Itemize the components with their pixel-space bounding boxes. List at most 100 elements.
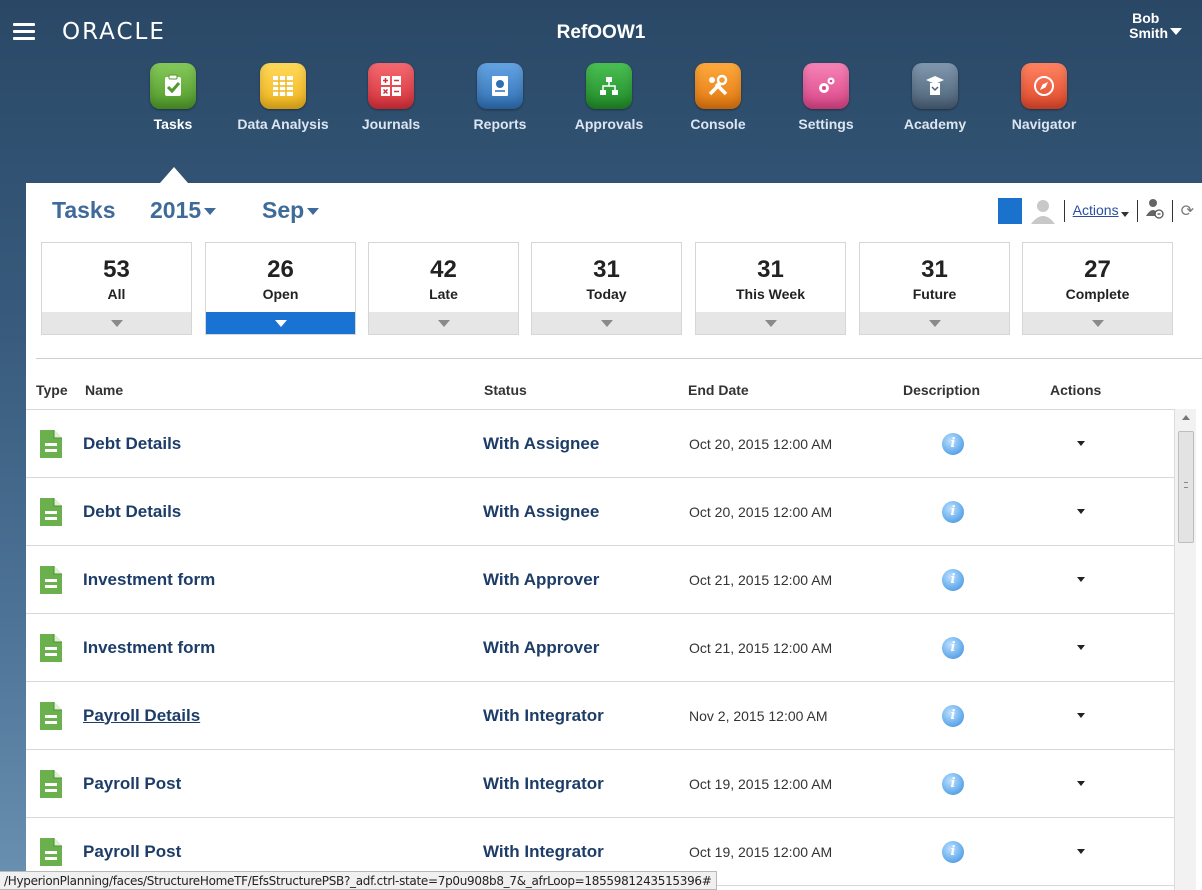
form-task-icon	[38, 682, 64, 749]
calculator-icon	[368, 63, 414, 109]
task-name[interactable]: Investment form	[83, 546, 215, 613]
tile-today[interactable]: 31 Today	[531, 242, 682, 335]
tile-count: 53	[103, 256, 130, 283]
col-type[interactable]: Type	[36, 382, 68, 398]
info-icon[interactable]: i	[940, 410, 966, 477]
info-icon[interactable]: i	[940, 818, 966, 885]
col-description[interactable]: Description	[903, 382, 980, 398]
user-gray-icon[interactable]	[1030, 198, 1056, 224]
scrollbar-thumb[interactable]	[1178, 431, 1194, 543]
clipboard-check-icon	[150, 63, 196, 109]
table-row[interactable]: Payroll Post With Integrator Oct 19, 201…	[26, 750, 1174, 818]
nav-approvals[interactable]: Approvals	[554, 63, 664, 132]
nav-label-console: Console	[690, 116, 746, 132]
row-actions-dropdown[interactable]	[1074, 682, 1088, 749]
actions-link[interactable]: Actions	[1073, 202, 1119, 218]
tile-expand[interactable]	[1023, 312, 1172, 334]
list-view-icon[interactable]	[997, 198, 1022, 224]
row-actions-dropdown[interactable]	[1074, 478, 1088, 545]
academy-icon	[912, 63, 958, 109]
task-name[interactable]: Payroll Details	[83, 682, 200, 749]
tile-expand[interactable]	[42, 312, 191, 334]
table-row[interactable]: Debt Details With Assignee Oct 20, 2015 …	[26, 410, 1174, 478]
org-chart-icon	[586, 63, 632, 109]
chevron-down-icon	[274, 319, 287, 327]
page-title: Tasks	[52, 197, 116, 223]
nav-console[interactable]: Console	[663, 63, 773, 132]
col-actions[interactable]: Actions	[1050, 382, 1101, 398]
nav-label-journals: Journals	[361, 116, 421, 132]
nav-data-analysis[interactable]: Data Analysis	[228, 63, 338, 132]
nav-settings[interactable]: Settings	[771, 63, 881, 132]
tile-label: All	[107, 286, 126, 302]
row-actions-dropdown[interactable]	[1074, 614, 1088, 681]
table-row[interactable]: Payroll Details With Integrator Nov 2, 2…	[26, 682, 1174, 750]
refresh-icon[interactable]: ⟳	[1181, 201, 1194, 221]
nav-label-data-analysis: Data Analysis	[237, 116, 329, 132]
tile-open[interactable]: 26 Open	[205, 242, 356, 335]
col-status[interactable]: Status	[484, 382, 527, 398]
year-value: 2015	[150, 197, 202, 223]
tile-count: 42	[430, 256, 457, 283]
tile-expand[interactable]	[532, 312, 681, 334]
col-end-date[interactable]: End Date	[688, 382, 749, 398]
info-icon[interactable]: i	[940, 478, 966, 545]
user-menu[interactable]: Bob Smith	[1129, 11, 1168, 41]
nav-tasks[interactable]: Tasks	[118, 63, 228, 132]
chevron-down-icon	[1077, 849, 1085, 854]
task-name[interactable]: Debt Details	[83, 410, 181, 477]
table-row[interactable]: Debt Details With Assignee Oct 20, 2015 …	[26, 478, 1174, 546]
tile-expand[interactable]	[696, 312, 845, 334]
task-end-date: Oct 20, 2015 12:00 AM	[689, 435, 833, 452]
task-status: With Assignee	[483, 501, 600, 521]
month-selector[interactable]: Sep	[262, 197, 320, 224]
task-end-date: Oct 20, 2015 12:00 AM	[689, 503, 833, 520]
toolbar-separator	[1171, 200, 1173, 222]
nav-label-approvals: Approvals	[574, 116, 644, 132]
chevron-down-icon	[764, 319, 777, 327]
actions-menu[interactable]: Actions	[1073, 202, 1129, 220]
year-selector[interactable]: 2015	[150, 197, 217, 224]
chevron-down-icon	[110, 319, 123, 327]
active-nav-pointer	[160, 167, 188, 183]
nav-reports[interactable]: Reports	[445, 63, 555, 132]
row-actions-dropdown[interactable]	[1074, 818, 1088, 885]
tile-all[interactable]: 53 All	[41, 242, 192, 335]
col-name[interactable]: Name	[85, 382, 123, 398]
task-name[interactable]: Payroll Post	[83, 750, 181, 817]
nav-label-navigator: Navigator	[1011, 116, 1077, 132]
table-row[interactable]: Investment form With Approver Oct 21, 20…	[26, 546, 1174, 614]
tile-this-week[interactable]: 31 This Week	[695, 242, 846, 335]
grip-icon	[1184, 482, 1188, 488]
tile-expand[interactable]	[206, 312, 355, 334]
tile-complete[interactable]: 27 Complete	[1022, 242, 1173, 335]
browser-status-url: /HyperionPlanning/faces/StructureHomeTF/…	[0, 871, 717, 890]
task-status: With Assignee	[483, 433, 600, 453]
nav-journals[interactable]: Journals	[336, 63, 446, 132]
info-icon[interactable]: i	[940, 546, 966, 613]
tile-late[interactable]: 42 Late	[368, 242, 519, 335]
row-actions-dropdown[interactable]	[1074, 546, 1088, 613]
info-icon[interactable]: i	[940, 614, 966, 681]
tile-expand[interactable]	[369, 312, 518, 334]
task-name[interactable]: Investment form	[83, 614, 215, 681]
task-end-date: Oct 21, 2015 12:00 AM	[689, 639, 833, 656]
row-actions-dropdown[interactable]	[1074, 410, 1088, 477]
scroll-up-icon[interactable]	[1182, 415, 1190, 420]
table-scrollbar[interactable]	[1174, 409, 1196, 890]
task-name[interactable]: Debt Details	[83, 478, 181, 545]
springboard-nav: Tasks Data Analysis Journals Reports App…	[0, 63, 1202, 163]
tile-expand[interactable]	[860, 312, 1009, 334]
tile-label: Late	[429, 286, 458, 302]
row-actions-dropdown[interactable]	[1074, 750, 1088, 817]
info-icon[interactable]: i	[940, 682, 966, 749]
user-first-name: Bob	[1132, 10, 1160, 26]
nav-navigator[interactable]: Navigator	[989, 63, 1099, 132]
tile-future[interactable]: 31 Future	[859, 242, 1010, 335]
nav-academy[interactable]: Academy	[880, 63, 990, 132]
user-menu-caret-icon[interactable]	[1170, 28, 1182, 35]
reassign-user-icon[interactable]	[1145, 198, 1164, 225]
table-row[interactable]: Investment form With Approver Oct 21, 20…	[26, 614, 1174, 682]
info-icon[interactable]: i	[940, 750, 966, 817]
chevron-down-icon	[600, 319, 613, 327]
